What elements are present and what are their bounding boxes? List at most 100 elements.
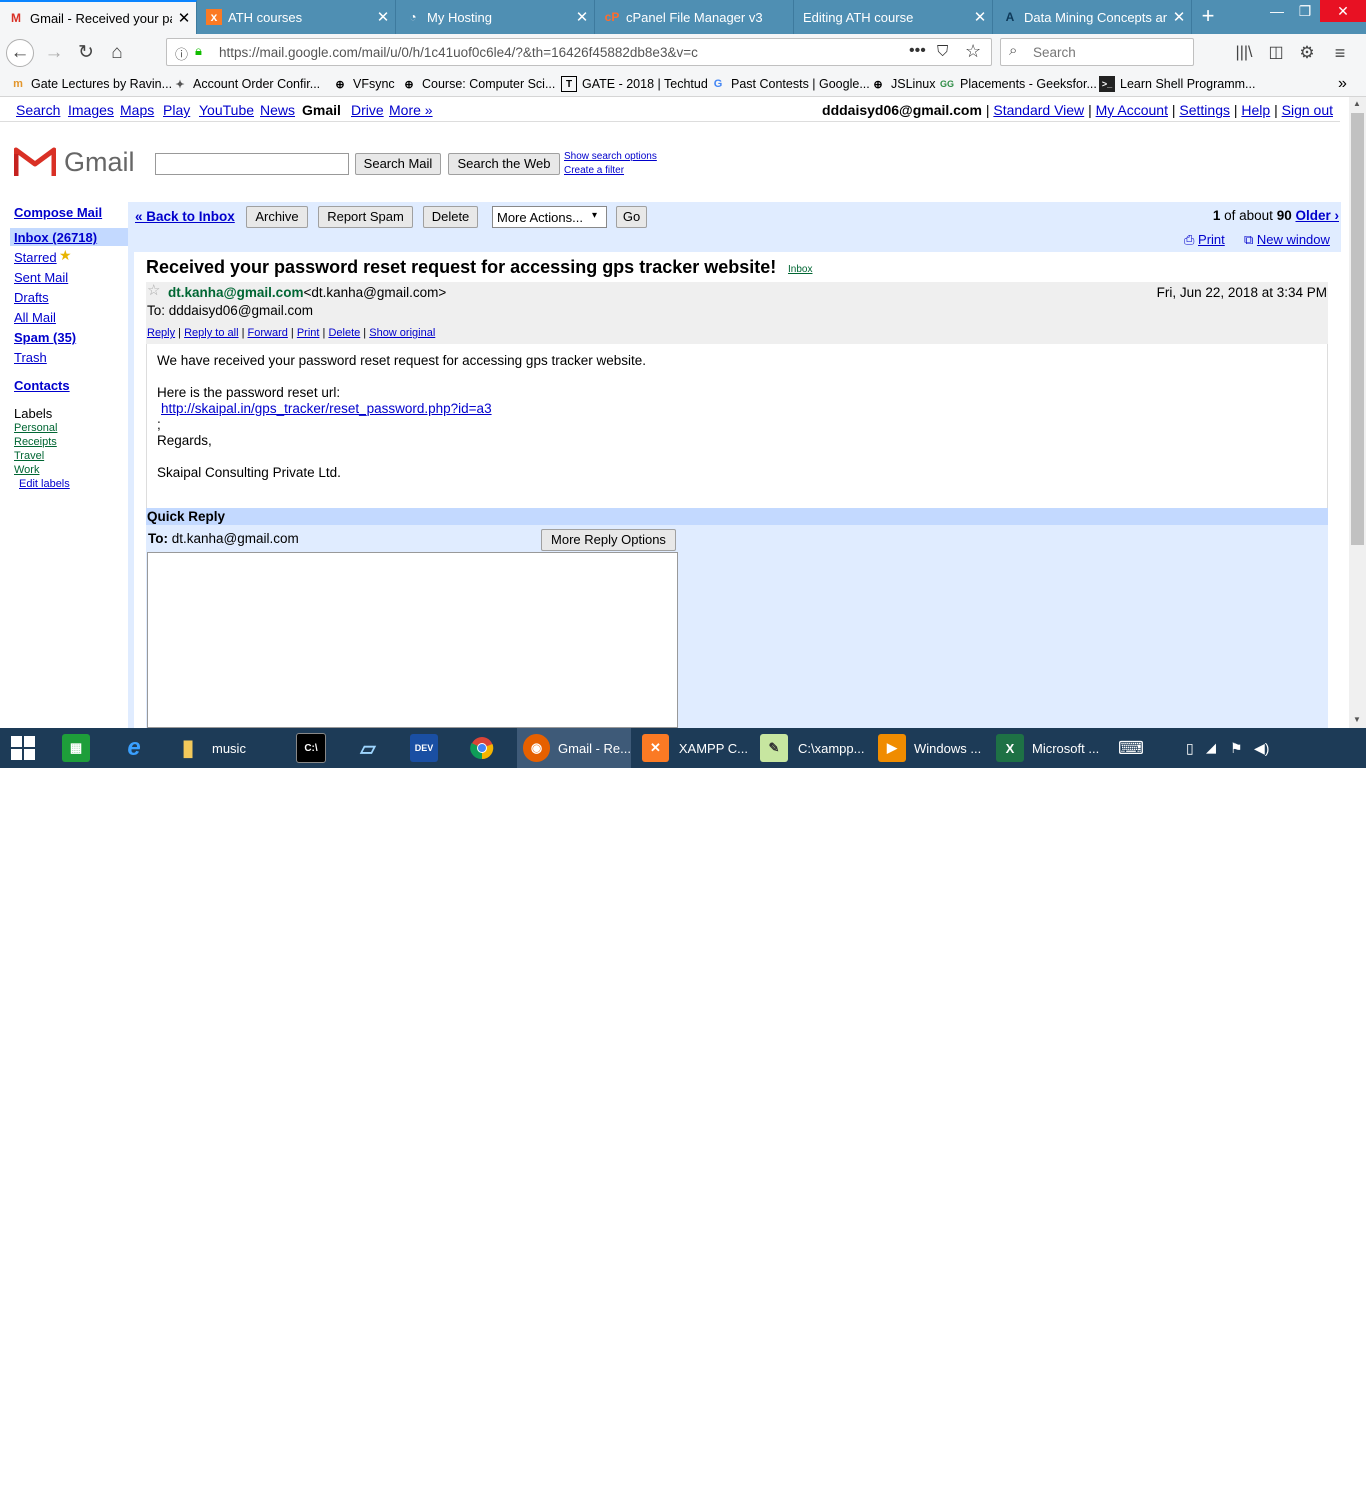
sidebar-icon[interactable]: ◫ — [1262, 39, 1290, 67]
back-to-inbox-link[interactable]: « Back to Inbox — [135, 209, 235, 224]
label-receipts[interactable]: Receipts — [14, 436, 57, 448]
flag-icon[interactable]: ⚑ — [1230, 728, 1248, 768]
more-reply-options-button[interactable]: More Reply Options — [541, 529, 676, 551]
url-text[interactable]: https://mail.google.com/mail/u/0/h/1c41u… — [219, 45, 698, 60]
toplink-maps[interactable]: Maps — [120, 102, 154, 118]
tab-editing-ath[interactable]: Editing ATH course ✕ — [795, 0, 993, 34]
browser-search-box[interactable]: ⌕ Search — [1000, 38, 1194, 66]
new-tab-icon[interactable]: + — [1197, 4, 1219, 30]
star-outline-icon[interactable]: ☆ — [147, 281, 160, 299]
sidebar-item-sent[interactable]: Sent Mail — [14, 270, 68, 285]
addon-gear-icon[interactable]: ⚙ — [1293, 39, 1321, 67]
close-window-icon[interactable]: ✕ — [1320, 0, 1366, 22]
gmail-logo-icon[interactable] — [13, 146, 57, 178]
settings-link[interactable]: Settings — [1179, 102, 1230, 118]
scroll-up-icon[interactable]: ▲ — [1353, 99, 1361, 108]
inbox-label-tag[interactable]: Inbox — [788, 264, 812, 275]
help-link[interactable]: Help — [1241, 102, 1270, 118]
keyboard-icon[interactable]: ⌨ — [1118, 728, 1150, 768]
info-icon[interactable]: ⓘ — [175, 44, 188, 63]
taskbar-firefox-gmail[interactable]: ◉ Gmail - Re... — [517, 728, 631, 768]
bookmark-item[interactable]: m Gate Lectures by Ravin... — [10, 75, 172, 93]
new-window-action[interactable]: ⧉ New window — [1244, 232, 1330, 248]
tab-my-hosting[interactable]: ◔ My Hosting ✕ — [397, 0, 595, 34]
battery-icon[interactable]: ▯ — [1186, 728, 1200, 768]
scroll-down-icon[interactable]: ▼ — [1353, 715, 1361, 724]
reply-link[interactable]: Reply — [147, 327, 175, 339]
taskbar-folder-music[interactable]: ▮ music — [170, 728, 282, 768]
show-original-link[interactable]: Show original — [369, 327, 435, 339]
menu-icon[interactable]: ≡ — [1326, 39, 1354, 67]
signal-icon[interactable]: ◢ — [1206, 728, 1224, 768]
taskbar-windows-media[interactable]: ▶ Windows ... — [874, 728, 984, 768]
sidebar-item-trash[interactable]: Trash — [14, 350, 47, 365]
toplink-drive[interactable]: Drive — [351, 102, 384, 118]
edit-labels-link[interactable]: Edit labels — [19, 478, 70, 490]
sidebar-item-spam[interactable]: Spam (35) — [14, 330, 76, 345]
print-action[interactable]: ⎙ Print — [1184, 232, 1225, 248]
my-account-link[interactable]: My Account — [1096, 102, 1168, 118]
internet-explorer-icon[interactable]: e — [120, 728, 154, 768]
show-search-options-link[interactable]: Show search options — [564, 151, 657, 162]
tab-ath-courses[interactable]: x ATH courses ✕ — [198, 0, 396, 34]
sender-name[interactable]: dt.kanha@gmail.com — [168, 285, 303, 300]
tab-gmail[interactable]: M Gmail - Received your pas ✕ — [0, 0, 197, 34]
close-tab-icon[interactable]: ✕ — [968, 8, 992, 26]
reset-password-link[interactable]: http://skaipal.in/gps_tracker/reset_pass… — [161, 401, 492, 416]
address-bar[interactable]: ⓘ 🔒︎ https://mail.google.com/mail/u/0/h/… — [166, 38, 992, 66]
bookmark-item[interactable]: ⊕ VFsync — [332, 75, 394, 93]
reply-all-link[interactable]: Reply to all — [184, 327, 238, 339]
forward-link[interactable]: Forward — [248, 327, 288, 339]
sign-out-link[interactable]: Sign out — [1282, 102, 1333, 118]
page-scrollbar[interactable]: ▲ ▼ — [1349, 97, 1366, 728]
home-icon[interactable]: ⌂ — [103, 39, 131, 67]
toplink-search[interactable]: Search — [16, 102, 60, 118]
bookmark-star-icon[interactable]: ☆ — [965, 41, 981, 62]
start-windows-icon[interactable] — [10, 728, 40, 768]
sidebar-item-contacts[interactable]: Contacts — [14, 378, 70, 393]
clock-date[interactable]: 22-06-2018 — [1300, 1480, 1364, 1494]
store-app-icon[interactable]: ▦ — [62, 728, 96, 768]
report-spam-button[interactable]: Report Spam — [318, 206, 413, 228]
library-icon[interactable]: |||\ — [1230, 39, 1258, 67]
sidebar-item-all-mail[interactable]: All Mail — [14, 310, 56, 325]
tab-data-mining[interactable]: A Data Mining Concepts an ✕ — [994, 0, 1192, 34]
create-filter-link[interactable]: Create a filter — [564, 165, 624, 176]
bookmark-item[interactable]: G Past Contests | Google... — [710, 75, 870, 93]
clock-time[interactable]: 15:39 — [1300, 1463, 1364, 1477]
label-travel[interactable]: Travel — [14, 450, 44, 462]
more-bookmarks-icon[interactable]: » — [1338, 75, 1347, 93]
close-tab-icon[interactable]: ✕ — [371, 8, 395, 26]
notepad-app-icon[interactable]: ▱ — [354, 728, 388, 768]
toplink-play[interactable]: Play — [163, 102, 190, 118]
go-button[interactable]: Go — [616, 206, 647, 228]
taskbar-xampp[interactable]: ✕ XAMPP C... — [638, 728, 748, 768]
devcpp-app-icon[interactable]: DEV — [410, 728, 444, 768]
search-mail-button[interactable]: Search Mail — [355, 153, 441, 175]
sidebar-item-inbox[interactable]: Inbox (26718) — [14, 230, 97, 245]
mail-search-input[interactable] — [155, 153, 349, 175]
bookmark-item[interactable]: >_ Learn Shell Programm... — [1099, 75, 1255, 93]
archive-button[interactable]: Archive — [246, 206, 308, 228]
close-tab-icon[interactable]: ✕ — [570, 8, 594, 26]
delete-button[interactable]: Delete — [423, 206, 478, 228]
toplink-news[interactable]: News — [260, 102, 295, 118]
pocket-icon[interactable]: ⛉ — [937, 43, 948, 60]
back-arrow-icon[interactable]: ← — [6, 39, 34, 67]
close-tab-icon[interactable]: ✕ — [172, 9, 196, 27]
toplink-images[interactable]: Images — [68, 102, 114, 118]
search-web-button[interactable]: Search the Web — [448, 153, 560, 175]
bookmark-item[interactable]: GG Placements - Geeksfor... — [939, 75, 1097, 93]
delete-message-link[interactable]: Delete — [328, 327, 360, 339]
page-actions-icon[interactable]: ••• — [909, 42, 926, 60]
more-actions-select[interactable]: More Actions... ▾ — [492, 206, 607, 228]
volume-icon[interactable]: ◀) — [1254, 728, 1272, 768]
sidebar-item-drafts[interactable]: Drafts — [14, 290, 49, 305]
minimize-icon[interactable]: — — [1262, 0, 1292, 22]
tab-cpanel[interactable]: cP cPanel File Manager v3 — [596, 0, 794, 34]
chrome-app-icon[interactable] — [468, 728, 502, 768]
taskbar-excel[interactable]: X Microsoft ... — [992, 728, 1102, 768]
bookmark-item[interactable]: ⊕ Course: Computer Sci... — [401, 75, 555, 93]
scrollbar-thumb[interactable] — [1351, 113, 1364, 545]
taskbar-notepad-xampp[interactable]: ✎ C:\xampp... — [756, 728, 866, 768]
